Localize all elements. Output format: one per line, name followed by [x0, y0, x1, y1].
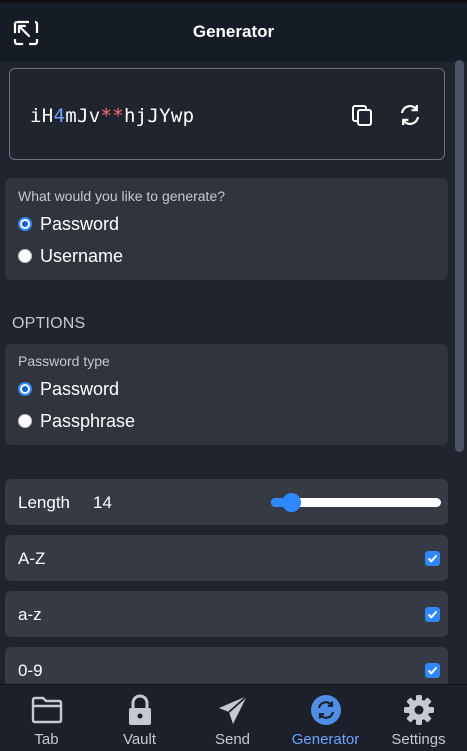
- radio-type-password-control[interactable]: [18, 382, 32, 396]
- radio-password-control[interactable]: [18, 217, 32, 231]
- length-slider[interactable]: [271, 493, 441, 512]
- check-icon: [427, 610, 438, 619]
- options-heading: OPTIONS: [12, 315, 86, 332]
- check-icon: [427, 666, 438, 675]
- password-type-card: Password type Password Passphrase: [5, 344, 448, 445]
- check-icon: [427, 554, 438, 563]
- radio-type-passphrase-control[interactable]: [18, 414, 32, 428]
- radio-type-password-label: Password: [40, 378, 120, 399]
- radio-username[interactable]: Username: [18, 244, 123, 268]
- radio-username-label: Username: [40, 245, 124, 266]
- password-segment: mJv: [65, 105, 101, 127]
- password-segment: **: [100, 105, 124, 127]
- generate-type-card: What would you like to generate? Passwor…: [5, 178, 448, 280]
- nav-send[interactable]: Send: [186, 685, 279, 751]
- generator-app: Generator iH4mJv**hjJYwp What would you …: [0, 0, 467, 751]
- option-numbers-checkbox[interactable]: [425, 663, 440, 678]
- radio-username-control[interactable]: [18, 249, 32, 263]
- generated-password: iH4mJv**hjJYwp: [30, 105, 194, 127]
- radio-type-passphrase[interactable]: Passphrase: [18, 409, 135, 433]
- password-segment: 4: [53, 105, 66, 127]
- bottom-nav: Tab Vault Send Generator Settings: [0, 684, 467, 751]
- password-segment: iH: [30, 105, 54, 127]
- option-row-lowercase: a-z: [5, 591, 448, 637]
- radio-password-label: Password: [40, 213, 120, 234]
- nav-send-label: Send: [214, 731, 251, 748]
- option-row-uppercase: A-Z: [5, 535, 448, 581]
- option-lowercase-checkbox[interactable]: [425, 607, 440, 622]
- length-label: Length: [18, 493, 70, 512]
- radio-type-password[interactable]: Password: [18, 377, 119, 401]
- page-title: Generator: [192, 22, 275, 41]
- nav-settings[interactable]: Settings: [372, 685, 465, 751]
- nav-generator-label: Generator: [291, 731, 360, 748]
- generated-password-box: iH4mJv**hjJYwp: [9, 68, 445, 160]
- length-slider-thumb[interactable]: [282, 493, 302, 512]
- length-row: Length 14: [5, 479, 448, 525]
- nav-tab-label: Tab: [34, 731, 59, 748]
- refresh-icon[interactable]: [396, 101, 424, 129]
- length-value: 14: [93, 493, 112, 512]
- option-uppercase-label: A-Z: [18, 549, 46, 568]
- generate-type-label: What would you like to generate?: [18, 188, 226, 204]
- radio-password[interactable]: Password: [18, 212, 119, 236]
- gear-icon: [401, 693, 437, 727]
- radio-type-passphrase-label: Passphrase: [40, 410, 136, 431]
- header: Generator: [0, 0, 467, 62]
- password-segment: hjJYwp: [123, 105, 195, 127]
- password-type-label: Password type: [18, 353, 110, 369]
- nav-vault-label: Vault: [122, 731, 157, 748]
- option-uppercase-checkbox[interactable]: [425, 551, 440, 566]
- option-lowercase-label: a-z: [18, 605, 42, 624]
- nav-vault[interactable]: Vault: [93, 685, 186, 751]
- folder-icon: [29, 693, 65, 727]
- nav-settings-label: Settings: [391, 731, 446, 748]
- nav-tab[interactable]: Tab: [0, 685, 93, 751]
- lock-icon: [122, 693, 158, 727]
- nav-generator[interactable]: Generator: [279, 685, 372, 751]
- scrollbar-thumb[interactable]: [455, 60, 464, 452]
- refresh-circle-icon: [308, 693, 344, 727]
- copy-icon[interactable]: [348, 101, 376, 129]
- option-numbers-label: 0-9: [18, 661, 43, 680]
- paper-plane-icon: [215, 693, 251, 727]
